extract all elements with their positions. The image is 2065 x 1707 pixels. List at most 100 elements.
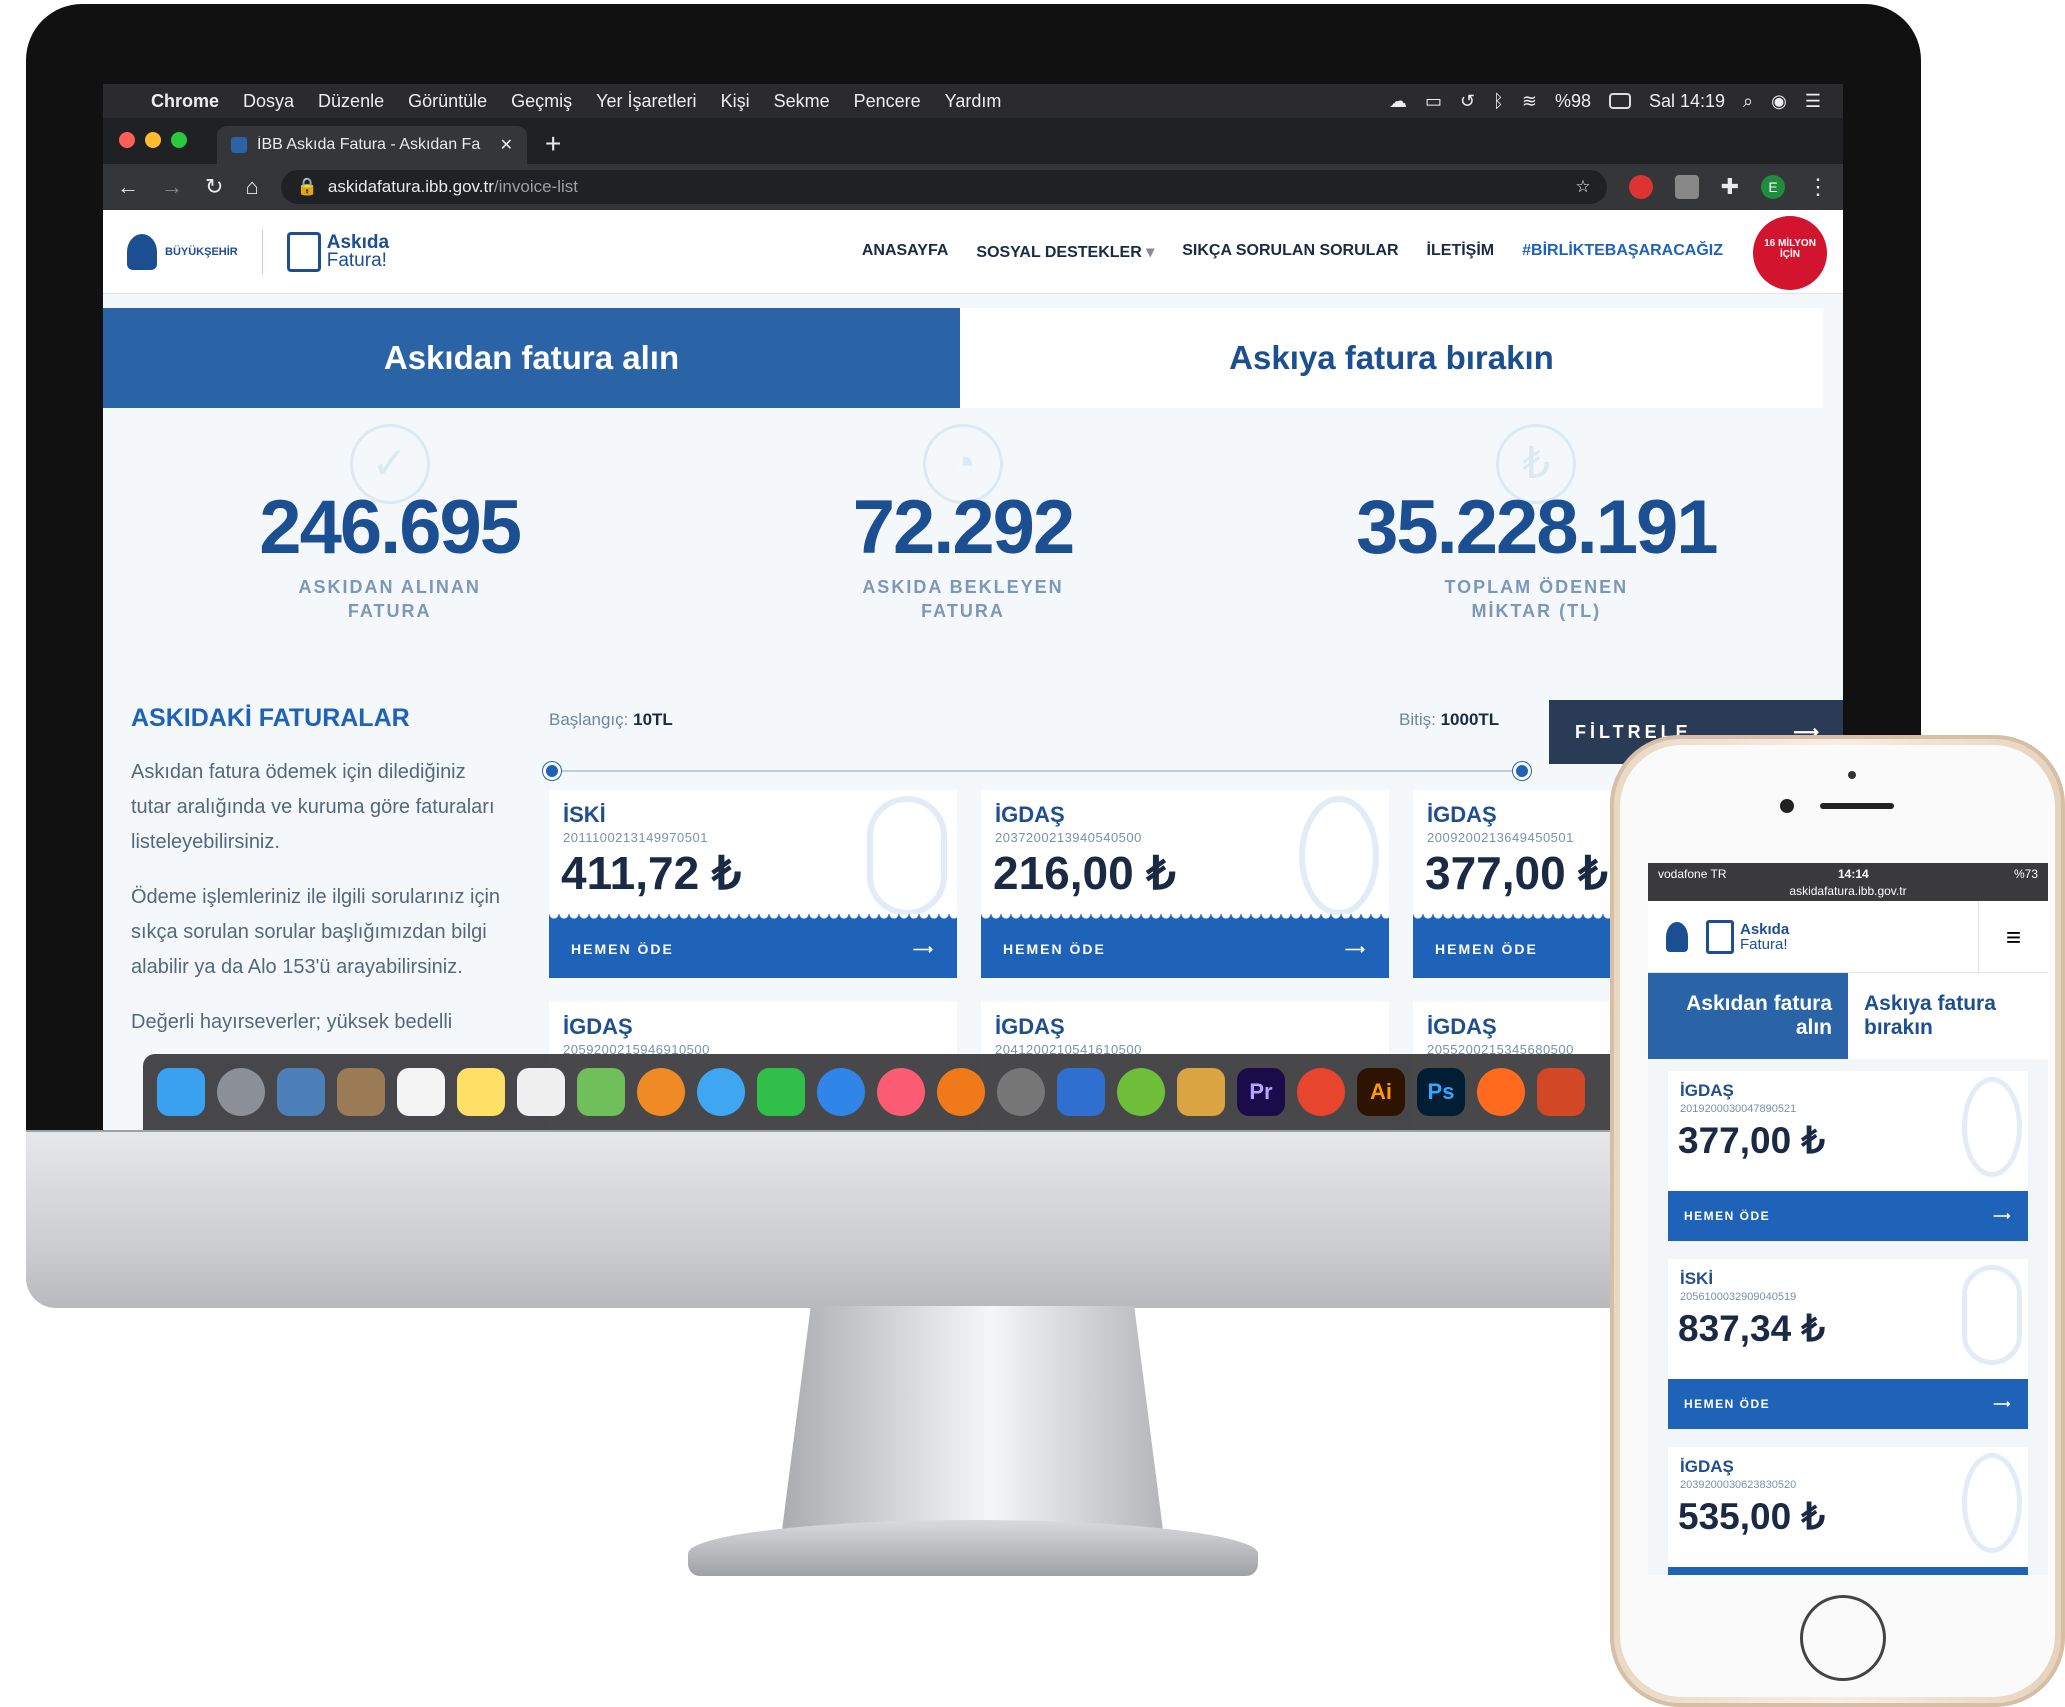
contacts-icon[interactable] bbox=[337, 1068, 385, 1116]
airplay-icon[interactable]: ▭ bbox=[1425, 91, 1442, 112]
menu-yardim[interactable]: Yardım bbox=[945, 91, 1002, 112]
maps-icon[interactable] bbox=[577, 1068, 625, 1116]
messages-icon[interactable] bbox=[697, 1068, 745, 1116]
menu-pencere[interactable]: Pencere bbox=[854, 91, 921, 112]
tab-leave-bill[interactable]: Askıya fatura bırakın bbox=[1848, 973, 2048, 1059]
calendar-icon[interactable] bbox=[397, 1068, 445, 1116]
battery-icon[interactable] bbox=[1608, 93, 1631, 109]
firefox-icon[interactable] bbox=[1477, 1068, 1525, 1116]
menu-clock[interactable]: Sal 14:19 bbox=[1649, 91, 1725, 112]
home-icon[interactable]: ⌂ bbox=[245, 174, 258, 200]
tab-leave-bill[interactable]: Askıya fatura bırakın bbox=[960, 308, 1823, 408]
menu-kisi[interactable]: Kişi bbox=[721, 91, 750, 112]
range-slider-max-handle[interactable] bbox=[1513, 762, 1531, 780]
menu-goruntule[interactable]: Görüntüle bbox=[408, 91, 487, 112]
time-machine-icon[interactable]: ↺ bbox=[1460, 91, 1475, 112]
back-arrow-icon[interactable]: ← bbox=[117, 174, 139, 200]
campaign-heart-badge[interactable]: 16 MİLYON İÇİN bbox=[1753, 216, 1827, 290]
document-icon[interactable] bbox=[1706, 919, 1734, 954]
tab-take-bill[interactable]: Askıdan fatura alın bbox=[103, 308, 960, 408]
puzzle-icon[interactable]: ✚ bbox=[1721, 174, 1739, 200]
igdas-watermark-icon bbox=[1962, 1453, 2022, 1553]
minimize-window-button[interactable] bbox=[145, 132, 161, 148]
illustrator-icon[interactable]: Ai bbox=[1357, 1068, 1405, 1116]
ibb-emblem-icon[interactable] bbox=[1666, 921, 1688, 952]
lock-icon: 🔒 bbox=[296, 177, 318, 196]
bluetooth-icon[interactable]: ᛒ bbox=[1493, 91, 1504, 112]
bill-institution: İGDAŞ bbox=[1427, 1014, 1497, 1039]
notification-center-icon[interactable]: ☰ bbox=[1805, 91, 1821, 112]
browser-tab-title: İBB Askıda Fatura - Askıdan Fa bbox=[257, 136, 481, 153]
tab-take-bill[interactable]: Askıdan fatura alın bbox=[1648, 973, 1848, 1059]
forward-arrow-icon[interactable]: → bbox=[161, 174, 183, 200]
maximize-window-button[interactable] bbox=[171, 132, 187, 148]
reload-icon[interactable]: ↻ bbox=[205, 174, 223, 200]
creative-cloud-icon[interactable]: ☁ bbox=[1389, 91, 1407, 112]
audio-app-icon[interactable] bbox=[1057, 1068, 1105, 1116]
pay-now-button[interactable]: HEMEN ÖDE⟶ bbox=[1668, 1191, 2028, 1241]
photoshop-icon[interactable]: Ps bbox=[1417, 1068, 1465, 1116]
extension-icon[interactable] bbox=[1674, 175, 1699, 199]
wifi-icon[interactable]: ≋ bbox=[1522, 91, 1537, 112]
hamburger-menu-icon[interactable]: ≡ bbox=[1978, 901, 2048, 973]
menu-duzenle[interactable]: Düzenle bbox=[318, 91, 384, 112]
range-slider-track[interactable] bbox=[553, 770, 1519, 772]
address-bar[interactable]: 🔒 askidafatura.ibb.gov.tr/invoice-list ☆ bbox=[280, 170, 1607, 204]
launchpad-icon[interactable] bbox=[217, 1068, 265, 1116]
nav-iletisim[interactable]: İLETİŞİM bbox=[1427, 242, 1495, 262]
pay-now-button[interactable]: HEMEN ÖDE⟶ bbox=[1668, 1379, 2028, 1429]
utorrent-icon[interactable] bbox=[1117, 1068, 1165, 1116]
phone-screen: vodafone TR 14:14 %73 askidafatura.ibb.g… bbox=[1648, 863, 2048, 1575]
nav-hashtag[interactable]: #BİRLİKTEBAŞARACAĞIZ bbox=[1522, 242, 1723, 262]
bill-institution: İSKİ bbox=[563, 802, 606, 827]
pay-now-label: HEMEN ÖDE bbox=[1684, 1397, 1771, 1411]
bookmark-star-icon[interactable]: ☆ bbox=[1575, 177, 1590, 197]
preview-icon[interactable] bbox=[277, 1068, 325, 1116]
ibb-logo[interactable]: BÜYÜKŞEHİR bbox=[127, 233, 238, 270]
pay-now-button[interactable]: HEMEN ÖDE⟶ bbox=[1668, 1567, 2028, 1575]
music-icon[interactable] bbox=[877, 1068, 925, 1116]
close-window-button[interactable] bbox=[119, 132, 135, 148]
spotlight-search-icon[interactable]: ⌕ bbox=[1743, 91, 1753, 112]
intro-paragraph: Değerli hayırseverler; yüksek bedelli bbox=[131, 1011, 453, 1033]
facetime-icon[interactable] bbox=[757, 1068, 805, 1116]
notes-icon[interactable] bbox=[457, 1068, 505, 1116]
pay-now-button[interactable]: HEMEN ÖDE⟶ bbox=[981, 914, 1389, 978]
askida-fatura-logo[interactable]: Askıda Fatura! bbox=[286, 231, 389, 272]
system-preferences-icon[interactable] bbox=[997, 1068, 1045, 1116]
nav-sss[interactable]: SIKÇA SORULAN SORULAR bbox=[1182, 242, 1398, 262]
menu-sekme[interactable]: Sekme bbox=[774, 91, 830, 112]
menu-chrome[interactable]: Chrome bbox=[151, 91, 219, 112]
premiere-pro-icon[interactable]: Pr bbox=[1237, 1068, 1285, 1116]
menu-gecmis[interactable]: Geçmiş bbox=[511, 91, 572, 112]
nav-anasayfa[interactable]: ANASAYFA bbox=[862, 242, 949, 262]
photos-icon[interactable] bbox=[637, 1068, 685, 1116]
archive-icon[interactable] bbox=[1177, 1068, 1225, 1116]
new-tab-button[interactable]: + bbox=[545, 128, 561, 160]
iphone-device: vodafone TR 14:14 %73 askidafatura.ibb.g… bbox=[1610, 735, 2065, 1707]
stat-paid-total: ₺ 35.228.191 TOPLAM ÖDENEN MİKTAR (TL) bbox=[1250, 424, 1823, 624]
nav-sosyal-destekler[interactable]: SOSYAL DESTEKLER ▾ bbox=[976, 242, 1154, 262]
siri-icon[interactable]: ◉ bbox=[1771, 91, 1787, 112]
home-button[interactable] bbox=[1800, 1595, 1886, 1681]
browser-tab[interactable]: İBB Askıda Fatura - Askıdan Fa ✕ bbox=[217, 126, 527, 164]
books-icon[interactable] bbox=[937, 1068, 985, 1116]
close-tab-icon[interactable]: ✕ bbox=[500, 135, 513, 155]
pay-now-button[interactable]: HEMEN ÖDE⟶ bbox=[549, 914, 957, 978]
extension-icon[interactable] bbox=[1628, 175, 1653, 199]
kebab-menu-icon[interactable]: ⋮ bbox=[1807, 174, 1829, 200]
menu-yer-isaretleri[interactable]: Yer İşaretleri bbox=[596, 91, 696, 112]
bill-code: 2009200213649450501 bbox=[1427, 830, 1574, 845]
reminders-icon[interactable] bbox=[517, 1068, 565, 1116]
safari-icon[interactable] bbox=[817, 1068, 865, 1116]
bill-amount: 216,00 ₺ bbox=[993, 847, 1176, 899]
profile-avatar[interactable]: E bbox=[1761, 175, 1785, 199]
phone-url[interactable]: askidafatura.ibb.gov.tr bbox=[1648, 884, 2048, 898]
finder-icon[interactable] bbox=[157, 1068, 205, 1116]
powerpoint-icon[interactable] bbox=[1537, 1068, 1585, 1116]
chrome-icon[interactable] bbox=[1297, 1068, 1345, 1116]
range-slider-min-handle[interactable] bbox=[543, 762, 561, 780]
iski-watermark-icon bbox=[1962, 1265, 2022, 1365]
menu-dosya[interactable]: Dosya bbox=[243, 91, 294, 112]
chrome-tab-strip: İBB Askıda Fatura - Askıdan Fa ✕ + bbox=[103, 118, 1843, 164]
